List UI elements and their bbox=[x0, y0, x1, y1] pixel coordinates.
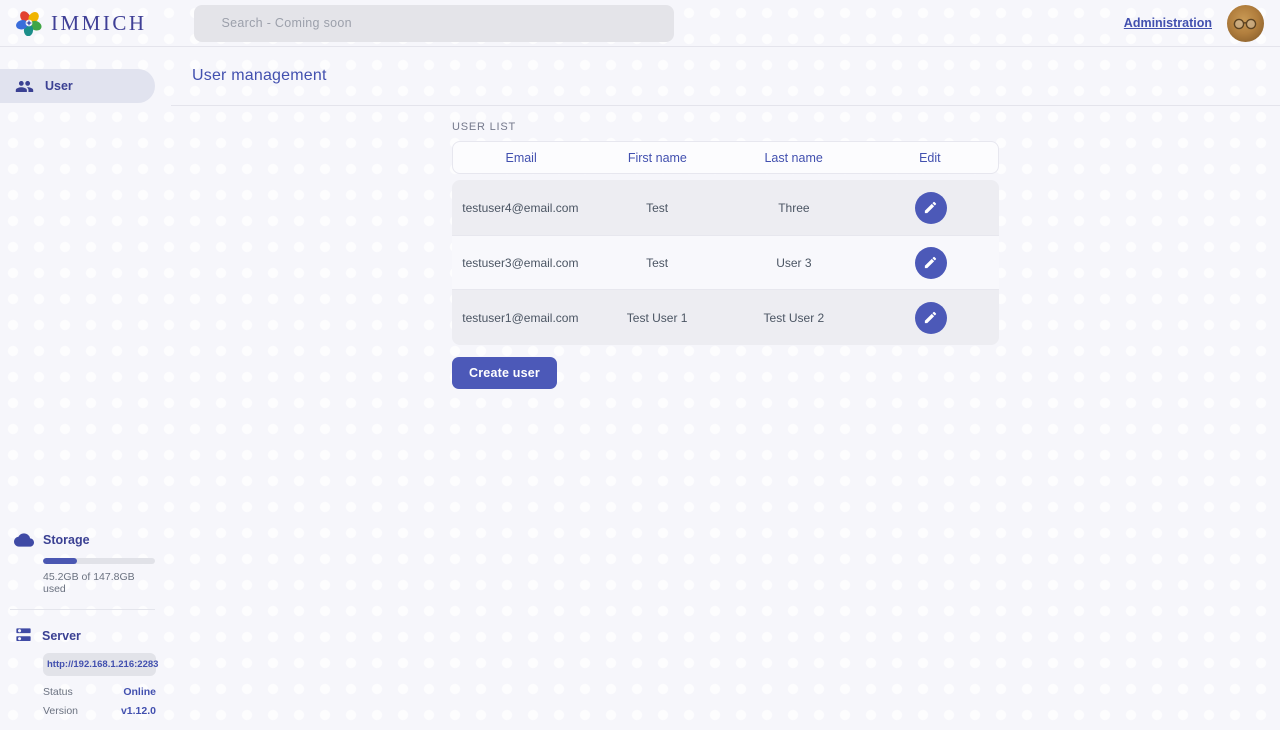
server-status-row: Status Online bbox=[43, 686, 156, 698]
sidebar-bottom: Storage 45.2GB of 147.8GB used bbox=[0, 530, 155, 729]
column-header-edit: Edit bbox=[862, 151, 998, 165]
main-content: User management USER LIST Email First na… bbox=[155, 47, 1280, 729]
sidebar-nav: User bbox=[0, 69, 155, 103]
glasses-icon bbox=[1233, 17, 1258, 31]
table-header-row: Email First name Last name Edit bbox=[452, 141, 999, 174]
storage-title: Storage bbox=[43, 533, 90, 547]
edit-user-button[interactable] bbox=[915, 302, 947, 334]
column-header-last-name: Last name bbox=[726, 151, 862, 165]
user-last-name: Three bbox=[726, 201, 863, 215]
user-email: testuser1@email.com bbox=[452, 311, 589, 325]
status-label: Status bbox=[43, 686, 73, 698]
storage-progress-fill bbox=[43, 558, 77, 564]
server-icon bbox=[14, 626, 33, 645]
create-user-button[interactable]: Create user bbox=[452, 357, 557, 389]
user-last-name: User 3 bbox=[726, 256, 863, 270]
table-row: testuser1@email.com Test User 1 Test Use… bbox=[452, 290, 999, 345]
immich-flower-icon bbox=[16, 10, 42, 36]
user-first-name: Test User 1 bbox=[589, 311, 726, 325]
server-url-badge: http://192.168.1.216:2283 bbox=[43, 653, 156, 676]
server-version-row: Version v1.12.0 bbox=[43, 705, 156, 717]
pencil-icon bbox=[923, 200, 938, 215]
cloud-icon bbox=[14, 530, 34, 550]
search-input[interactable] bbox=[222, 16, 646, 30]
user-avatar[interactable] bbox=[1227, 5, 1264, 42]
top-bar: IMMICH Administration bbox=[0, 0, 1280, 47]
edit-user-button[interactable] bbox=[915, 192, 947, 224]
administration-link[interactable]: Administration bbox=[1124, 16, 1212, 30]
sidebar: User Storage 45.2GB of bbox=[0, 47, 155, 729]
storage-progress-bar bbox=[43, 558, 155, 564]
user-first-name: Test bbox=[589, 201, 726, 215]
column-header-email: Email bbox=[453, 151, 589, 165]
user-first-name: Test bbox=[589, 256, 726, 270]
user-last-name: Test User 2 bbox=[726, 311, 863, 325]
table-row: testuser4@email.com Test Three bbox=[452, 180, 999, 235]
pencil-icon bbox=[923, 255, 938, 270]
brand-name: IMMICH bbox=[51, 11, 147, 36]
server-title: Server bbox=[42, 629, 81, 643]
storage-usage-text: 45.2GB of 147.8GB used bbox=[43, 571, 155, 595]
version-value: v1.12.0 bbox=[121, 705, 156, 717]
user-email: testuser4@email.com bbox=[452, 201, 589, 215]
column-header-first-name: First name bbox=[589, 151, 725, 165]
sidebar-item-user[interactable]: User bbox=[0, 69, 155, 103]
page-title: User management bbox=[192, 67, 327, 85]
user-email: testuser3@email.com bbox=[452, 256, 589, 270]
version-label: Version bbox=[43, 705, 78, 717]
search-bar[interactable] bbox=[194, 5, 674, 42]
user-list-label: USER LIST bbox=[452, 121, 999, 133]
page-header: User management bbox=[171, 47, 1280, 106]
pencil-icon bbox=[923, 310, 938, 325]
people-icon bbox=[15, 77, 34, 96]
user-table: testuser4@email.com Test Three testuser3… bbox=[452, 180, 999, 345]
status-value: Online bbox=[123, 686, 156, 698]
immich-logo[interactable]: IMMICH bbox=[16, 10, 147, 36]
storage-widget: Storage 45.2GB of 147.8GB used bbox=[0, 530, 155, 595]
sidebar-divider bbox=[10, 609, 155, 610]
sidebar-item-label: User bbox=[45, 79, 73, 93]
server-widget: Server http://192.168.1.216:2283 Status … bbox=[0, 626, 155, 717]
edit-user-button[interactable] bbox=[915, 247, 947, 279]
table-row: testuser3@email.com Test User 3 bbox=[452, 235, 999, 290]
